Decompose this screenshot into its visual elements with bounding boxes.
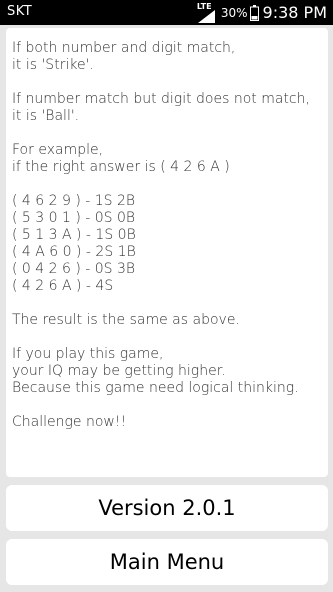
instruction-line: ( 5 3 0 1 ) - 0S 0B	[12, 210, 136, 226]
main-menu-button[interactable]: Main Menu	[6, 539, 328, 585]
instructions-text: If both number and digit match, it is 'St…	[6, 28, 328, 431]
instruction-line: your IQ may be getting higher.	[12, 363, 226, 379]
carrier-label: SKT	[7, 4, 33, 19]
battery-icon	[249, 4, 259, 21]
instruction-line: ( 0 4 2 6 ) - 0S 3B	[12, 261, 136, 277]
instruction-line: ( 4 2 6 A ) - 4S	[12, 278, 114, 294]
instructions-card[interactable]: If both number and digit match, it is 'St…	[6, 28, 328, 477]
instruction-line: Because this game need logical thinking.	[12, 380, 299, 396]
instruction-line: The result is the same as above.	[12, 312, 240, 328]
instruction-line: Challenge now!!	[12, 414, 127, 430]
instruction-line: For example,	[12, 142, 104, 158]
instruction-line: ( 5 1 3 A ) - 1S 0B	[12, 227, 136, 243]
status-indicators: LTE 30% 9:38 PM	[197, 0, 327, 25]
version-button[interactable]: Version 2.0.1	[6, 485, 328, 531]
instruction-line: If you play this game,	[12, 346, 164, 362]
instruction-line: it is 'Ball'.	[12, 108, 80, 124]
instruction-line: ( 4 A 6 0 ) - 2S 1B	[12, 244, 136, 260]
network-indicator: LTE	[197, 2, 217, 23]
instruction-line: it is 'Strike'.	[12, 57, 94, 73]
status-bar: SKT LTE 30% 9:38 PM	[0, 0, 333, 25]
clock: 9:38 PM	[262, 3, 327, 22]
instruction-line: If number match but digit does not match…	[12, 91, 310, 107]
signal-icon	[197, 9, 215, 23]
instruction-line: If both number and digit match,	[12, 40, 236, 56]
battery-percent: 30%	[220, 5, 248, 20]
instruction-line: if the right answer is ( 4 2 6 A )	[12, 159, 230, 175]
instruction-line: ( 4 6 2 9 ) - 1S 2B	[12, 193, 136, 209]
